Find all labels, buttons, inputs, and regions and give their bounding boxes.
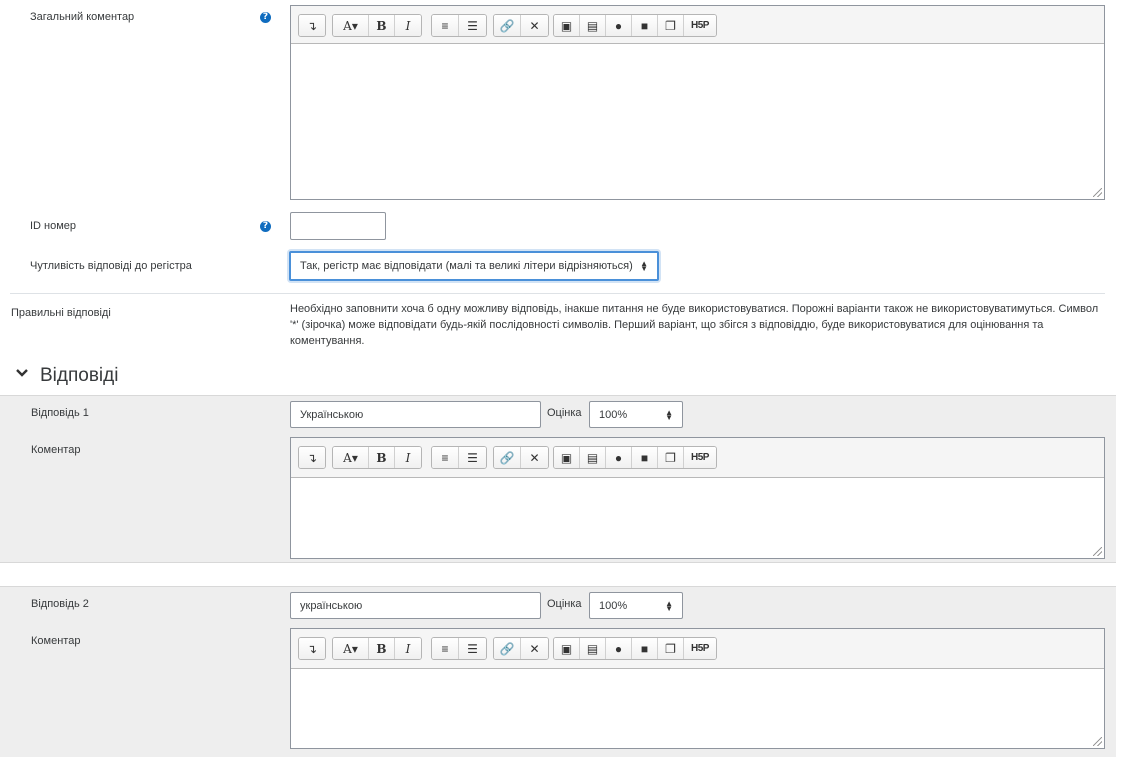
italic-icon[interactable]: I (395, 15, 421, 36)
help-icon[interactable]: ? (260, 221, 271, 232)
unlink-icon[interactable]: ✕ (521, 15, 548, 36)
bold-icon[interactable]: B (369, 15, 395, 36)
link-icon[interactable]: 🔗 (494, 638, 521, 659)
manage-files-icon[interactable]: ❐ (658, 447, 684, 468)
italic-icon[interactable]: I (395, 638, 421, 659)
ordered-list-icon[interactable]: ☰ (459, 15, 486, 36)
image-icon[interactable]: ▣ (554, 638, 580, 659)
record-video-icon[interactable]: ■ (632, 15, 658, 36)
record-audio-icon[interactable]: ● (606, 15, 632, 36)
resize-handle[interactable] (1093, 737, 1102, 746)
media-icon[interactable]: ▤ (580, 638, 606, 659)
font-style-icon[interactable]: A ▾ (333, 638, 369, 659)
editor-toolbar: ↴ A ▾ B I ≡ ☰ 🔗 ✕ ▣ ▤ ● ■ ❐ H5P (291, 6, 1104, 44)
case-sensitivity-value: Так, регістр має відповідати (малі та ве… (300, 260, 633, 272)
manage-files-icon[interactable]: ❐ (658, 15, 684, 36)
unordered-list-icon[interactable]: ≡ (432, 15, 459, 36)
comment-label: Коментар (31, 635, 81, 647)
link-icon[interactable]: 🔗 (494, 15, 521, 36)
grade-value: 100% (599, 599, 628, 612)
h5p-icon[interactable]: H5P (684, 638, 716, 659)
image-icon[interactable]: ▣ (554, 447, 580, 468)
bold-icon[interactable]: B (369, 638, 395, 659)
grade-label: Оцінка (547, 407, 582, 419)
correct-answers-text: Необхідно заповнити хоча б одну можливу … (290, 303, 1099, 347)
answer-2-comment-editor: ↴ A ▾ B I ≡ ☰ 🔗 ✕ ▣ ▤ ● ■ ❐ H5P (290, 628, 1105, 749)
bold-icon[interactable]: B (369, 447, 395, 468)
record-video-icon[interactable]: ■ (632, 638, 658, 659)
divider (10, 293, 1105, 294)
ordered-list-icon[interactable]: ☰ (459, 447, 486, 468)
grade-label: Оцінка (547, 598, 582, 610)
unordered-list-icon[interactable]: ≡ (432, 638, 459, 659)
answer-1-input[interactable]: Українською (290, 401, 541, 428)
answers-section-title[interactable]: Відповіді (40, 365, 118, 387)
font-style-icon[interactable]: A ▾ (333, 15, 369, 36)
collapse-icon[interactable]: ↴ (299, 15, 325, 36)
select-arrows-icon: ▲ ▼ (665, 598, 673, 613)
case-sensitivity-select[interactable]: Так, регістр має відповідати (малі та ве… (289, 251, 659, 281)
record-audio-icon[interactable]: ● (606, 638, 632, 659)
editor-content-area[interactable] (291, 478, 1104, 558)
unlink-icon[interactable]: ✕ (521, 638, 548, 659)
media-icon[interactable]: ▤ (580, 15, 606, 36)
id-number-input[interactable] (290, 212, 386, 240)
unlink-icon[interactable]: ✕ (521, 447, 548, 468)
answer-1-label: Відповідь 1 (31, 407, 89, 419)
font-style-icon[interactable]: A ▾ (333, 447, 369, 468)
resize-handle[interactable] (1093, 188, 1102, 197)
answer-1-comment-editor: ↴ A ▾ B I ≡ ☰ 🔗 ✕ ▣ ▤ ● ■ ❐ H5P (290, 437, 1105, 559)
unordered-list-icon[interactable]: ≡ (432, 447, 459, 468)
editor-content-area[interactable] (291, 669, 1104, 748)
select-arrows-icon: ▲ ▼ (640, 259, 648, 273)
editor-toolbar: ↴ A ▾ B I ≡ ☰ 🔗 ✕ ▣ ▤ ● ■ ❐ H5P (291, 629, 1104, 669)
h5p-icon[interactable]: H5P (684, 15, 716, 36)
editor-toolbar: ↴ A ▾ B I ≡ ☰ 🔗 ✕ ▣ ▤ ● ■ ❐ H5P (291, 438, 1104, 478)
general-feedback-label: Загальний коментар (30, 11, 135, 23)
media-icon[interactable]: ▤ (580, 447, 606, 468)
h5p-icon[interactable]: H5P (684, 447, 716, 468)
ordered-list-icon[interactable]: ☰ (459, 638, 486, 659)
case-sensitivity-label: Чутливість відповіді до регістра (30, 260, 192, 272)
editor-content-area[interactable] (291, 44, 1104, 199)
record-video-icon[interactable]: ■ (632, 447, 658, 468)
id-number-label: ID номер (30, 220, 77, 232)
answer-2-grade-select[interactable]: 100% ▲ ▼ (589, 592, 683, 619)
italic-icon[interactable]: I (395, 447, 421, 468)
collapse-icon[interactable]: ↴ (299, 447, 325, 468)
grade-value: 100% (599, 408, 628, 421)
select-arrows-icon: ▲ ▼ (665, 407, 673, 422)
resize-handle[interactable] (1093, 547, 1102, 556)
record-audio-icon[interactable]: ● (606, 447, 632, 468)
collapse-icon[interactable]: ↴ (299, 638, 325, 659)
chevron-down-icon[interactable] (15, 366, 33, 386)
answer-2-input[interactable]: українською (290, 592, 541, 619)
answer-2-label: Відповідь 2 (31, 598, 89, 610)
general-feedback-editor: ↴ A ▾ B I ≡ ☰ 🔗 ✕ ▣ ▤ ● ■ ❐ H5P (290, 5, 1105, 200)
manage-files-icon[interactable]: ❐ (658, 638, 684, 659)
link-icon[interactable]: 🔗 (494, 447, 521, 468)
image-icon[interactable]: ▣ (554, 15, 580, 36)
comment-label: Коментар (31, 444, 81, 456)
correct-answers-label: Правильні відповіді (11, 307, 111, 319)
help-icon[interactable]: ? (260, 12, 271, 23)
answer-1-grade-select[interactable]: 100% ▲ ▼ (589, 401, 683, 428)
